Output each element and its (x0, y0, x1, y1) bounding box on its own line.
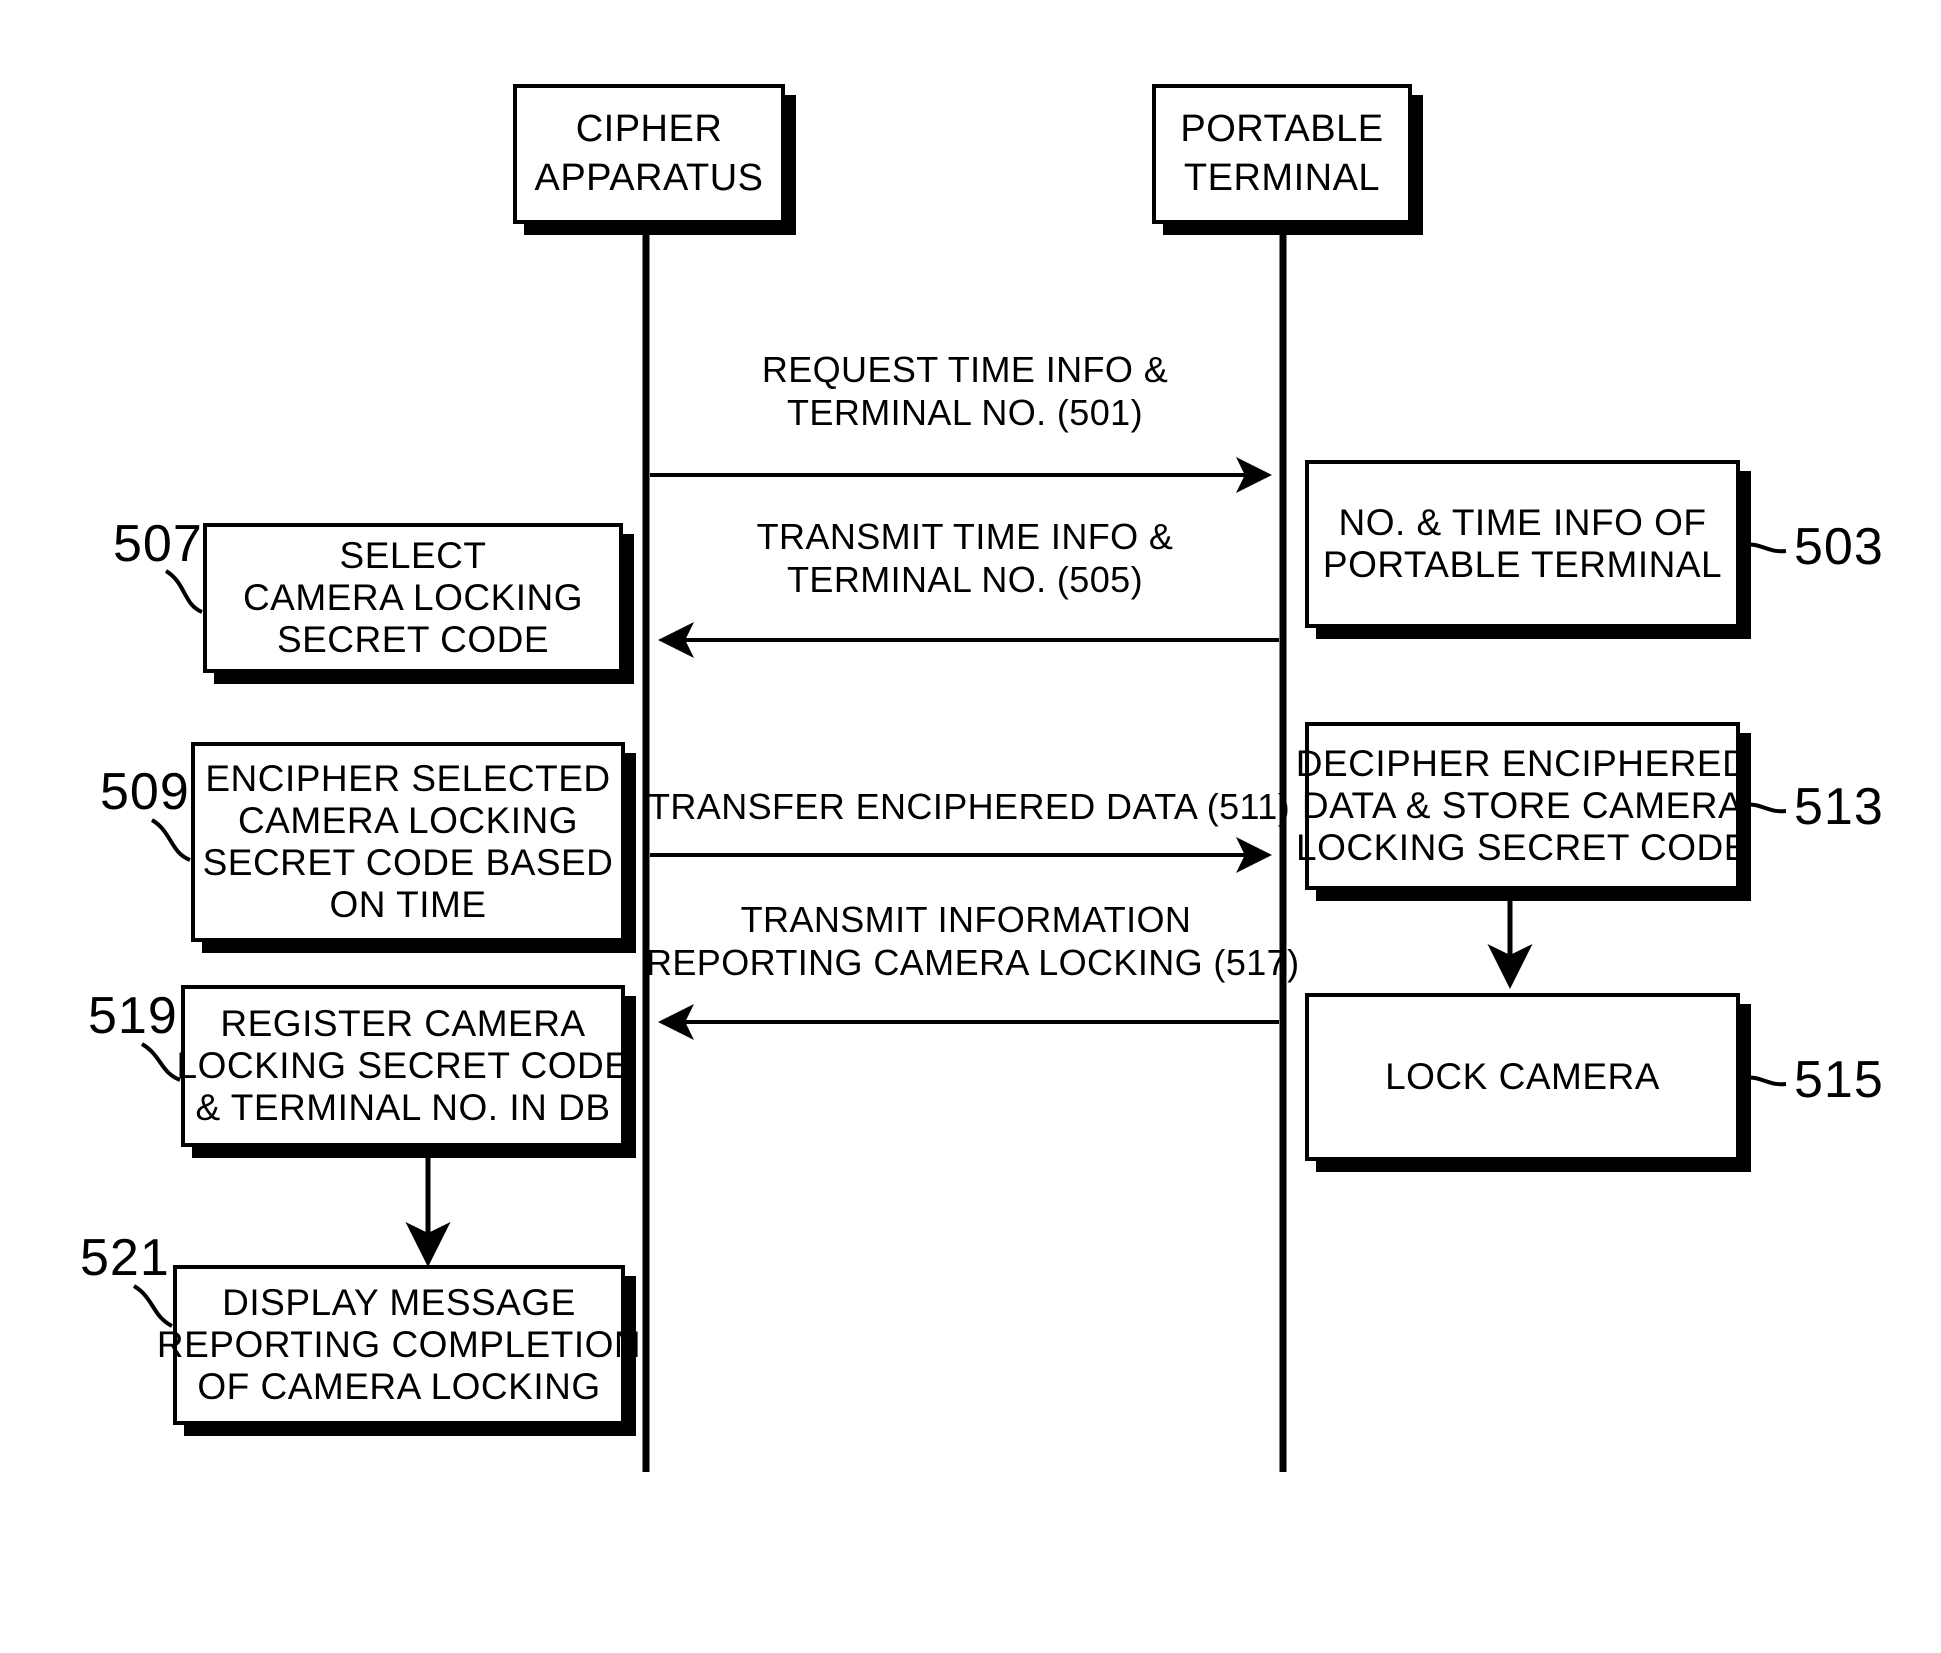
message-label-501: REQUEST TIME INFO & TERMINAL NO. (501) (650, 348, 1280, 434)
actor-cipher-line-2: APPARATUS (534, 157, 764, 199)
actor-box-cipher-apparatus: CIPHER APPARATUS (513, 84, 785, 224)
message-511-line-1: TRANSFER ENCIPHERED DATA (511) (648, 786, 1291, 827)
step-503-line-2: PORTABLE TERMINAL (1322, 544, 1723, 585)
patent-figure: CIPHER APPARATUS PORTABLE TERMINAL NO. &… (0, 0, 1941, 1653)
message-517-line-1: TRANSMIT INFORMATION (740, 899, 1192, 940)
step-521-line-3: OF CAMERA LOCKING (197, 1366, 601, 1408)
ref-numeral-519: 519 (88, 987, 178, 1045)
leader-line-521b (132, 1284, 174, 1328)
step-509-line-4: ON TIME (329, 884, 487, 926)
actor-box-portable-terminal: PORTABLE TERMINAL (1152, 84, 1412, 224)
actor-terminal-line-2: TERMINAL (1183, 157, 1381, 199)
step-519-line-1: REGISTER CAMERA (220, 1002, 586, 1044)
leader-line-519b (140, 1042, 181, 1082)
step-box-515: LOCK CAMERA (1305, 993, 1740, 1161)
ref-numeral-521: 521 (80, 1229, 170, 1287)
step-515-line-1: LOCK CAMERA (1385, 1055, 1660, 1097)
leader-line-513 (1741, 802, 1787, 814)
message-label-517: TRANSMIT INFORMATION REPORTING CAMERA LO… (646, 898, 1300, 984)
step-513-line-1: DECIPHER ENCIPHERED (1295, 742, 1750, 784)
step-507-line-2: CAMERA LOCKING (242, 576, 584, 618)
step-503-line-1: NO. & TIME INFO OF (1338, 501, 1707, 543)
leader-line-503 (1741, 542, 1787, 554)
step-box-503: NO. & TIME INFO OF PORTABLE TERMINAL (1305, 460, 1740, 628)
step-509-line-3: SECRET CODE BASED (202, 842, 614, 883)
actor-terminal-line-1: PORTABLE (1180, 108, 1384, 151)
step-509-line-2: CAMERA LOCKING (237, 799, 579, 841)
ref-numeral-503: 503 (1794, 518, 1884, 576)
step-521-line-2: REPORTING COMPLETION (156, 1323, 642, 1365)
message-label-505: TRANSMIT TIME INFO & TERMINAL NO. (505) (650, 515, 1280, 601)
leader-line-507b (164, 569, 203, 614)
step-box-513: DECIPHER ENCIPHERED DATA & STORE CAMERA … (1296, 722, 1749, 890)
message-501-line-1: REQUEST TIME INFO & (761, 349, 1169, 390)
step-513-line-2: DATA & STORE CAMERA (1301, 784, 1744, 826)
message-505-line-1: TRANSMIT TIME INFO & (756, 516, 1174, 557)
message-505-line-2: TERMINAL NO. (505) (787, 559, 1143, 601)
step-box-507: SELECT CAMERA LOCKING SECRET CODE (203, 523, 623, 673)
leader-line-509b (150, 818, 191, 862)
step-box-509: ENCIPHER SELECTED CAMERA LOCKING SECRET … (191, 742, 625, 942)
ref-numeral-513: 513 (1794, 778, 1884, 836)
message-517-line-2: REPORTING CAMERA LOCKING (517) (646, 942, 1300, 984)
ref-numeral-507: 507 (113, 515, 203, 573)
step-box-521: DISPLAY MESSAGE REPORTING COMPLETION OF … (157, 1265, 641, 1425)
step-507-line-1: SELECT (339, 534, 487, 576)
step-519-line-2: LOCKING SECRET CODE (176, 1044, 630, 1086)
leader-line-515 (1741, 1075, 1787, 1087)
step-521-line-1: DISPLAY MESSAGE (222, 1281, 576, 1323)
step-box-519: REGISTER CAMERA LOCKING SECRET CODE & TE… (177, 985, 629, 1147)
step-513-line-3: LOCKING SECRET CODE (1296, 827, 1749, 869)
actor-cipher-line-1: CIPHER (575, 108, 723, 151)
message-501-line-2: TERMINAL NO. (501) (787, 392, 1143, 434)
step-507-line-3: SECRET CODE (276, 619, 550, 661)
step-519-line-3: & TERMINAL NO. IN DB (195, 1087, 611, 1129)
ref-numeral-515: 515 (1794, 1051, 1884, 1109)
message-label-511: TRANSFER ENCIPHERED DATA (511) (648, 785, 1291, 828)
ref-numeral-509: 509 (100, 763, 190, 821)
step-509-line-1: ENCIPHER SELECTED (205, 757, 611, 799)
